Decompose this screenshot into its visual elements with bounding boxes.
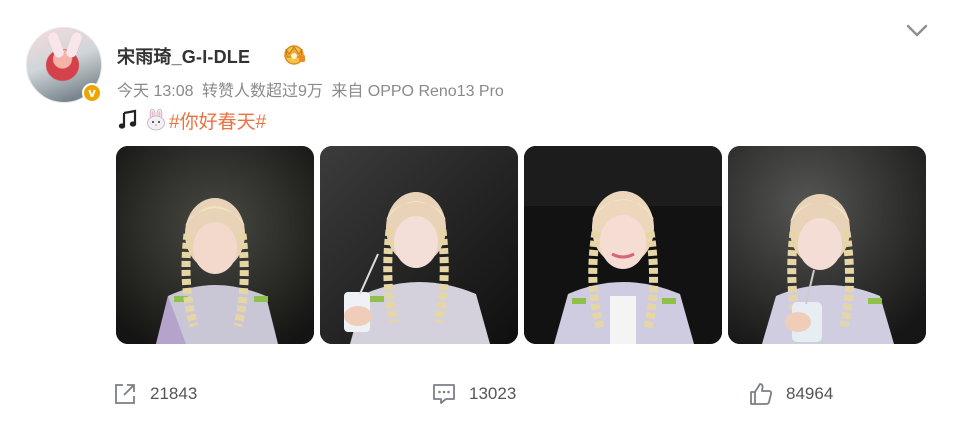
- music-note-icon: [118, 109, 137, 129]
- photo-3-image: [524, 146, 722, 344]
- thumbs-up-icon: [750, 383, 772, 405]
- weibo-post-card: v 宋雨琦_G-I-DLE 今天 13:08 转赞人数超过9万 来自 OPPO …: [0, 0, 958, 424]
- photo-4-image: [728, 146, 926, 344]
- share-icon: [115, 384, 135, 404]
- photo-1[interactable]: [116, 146, 314, 344]
- verified-badge: v: [82, 83, 102, 103]
- like-count: 84964: [786, 384, 834, 403]
- share-count: 21843: [150, 384, 198, 403]
- bunny-emoji-icon: [147, 109, 165, 131]
- photo-1-image: [116, 146, 314, 344]
- crown-badge-icon[interactable]: [281, 43, 307, 65]
- post-time[interactable]: 今天 13:08: [117, 83, 194, 100]
- share-button[interactable]: 21843: [112, 381, 197, 407]
- hashtag-link[interactable]: #你好春天#: [169, 107, 266, 134]
- repost-info: 转赞人数超过9万: [201, 83, 323, 100]
- comment-button[interactable]: 13023: [431, 381, 516, 407]
- photo-2-image: [320, 146, 518, 344]
- post-source: 来自 OPPO Reno13 Pro: [331, 83, 504, 100]
- comment-count: 13023: [469, 384, 517, 403]
- photo-3[interactable]: [524, 146, 722, 344]
- post-meta: 今天 13:08 转赞人数超过9万 来自 OPPO Reno13 Pro: [117, 77, 508, 101]
- post-text: #你好春天#: [117, 106, 266, 134]
- photo-2[interactable]: [320, 146, 518, 344]
- photo-4[interactable]: [728, 146, 926, 344]
- comment-icon: [433, 384, 455, 404]
- chevron-down-icon[interactable]: [906, 24, 928, 38]
- avatar[interactable]: v: [26, 27, 102, 103]
- like-button[interactable]: 84964: [748, 381, 833, 407]
- username[interactable]: 宋雨琦_G-I-DLE: [117, 43, 250, 69]
